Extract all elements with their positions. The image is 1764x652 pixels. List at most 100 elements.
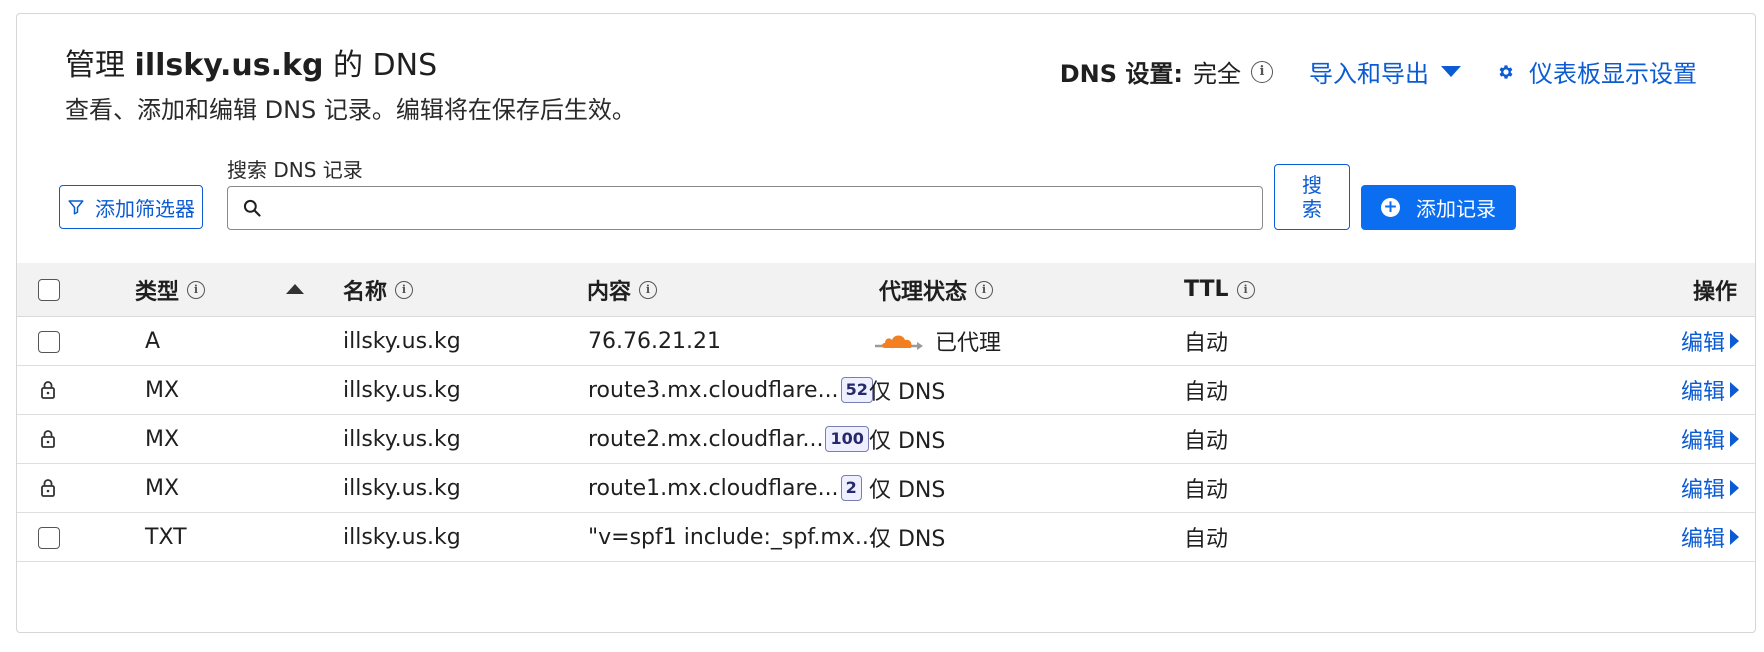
caret-down-icon <box>1441 66 1461 77</box>
proxy-status: 仅 DNS <box>869 478 946 503</box>
column-header-content[interactable]: 内容 i <box>587 263 658 316</box>
record-ttl: 自动 <box>1184 429 1229 454</box>
record-name: illsky.us.kg <box>343 524 461 550</box>
column-header-proxy-label: 代理状态 <box>879 279 968 305</box>
edit-link-label: 编辑 <box>1680 331 1725 356</box>
info-icon[interactable]: i <box>1236 280 1255 299</box>
header-actions: DNS 设置: 完全 i 导入和导出 仪表板显示设置 <box>1060 54 1697 89</box>
column-header-content-label: 内容 <box>587 279 632 305</box>
record-ttl: 自动 <box>1184 527 1229 552</box>
info-icon[interactable]: i <box>1251 60 1273 83</box>
record-content-text: route1.mx.cloudflare... <box>588 475 839 501</box>
sort-ascending-icon[interactable] <box>286 284 304 294</box>
edit-link[interactable]: 编辑 <box>1681 325 1739 357</box>
proxy-status: 仅 DNS <box>869 527 946 552</box>
lock-icon <box>40 380 56 406</box>
add-record-button[interactable]: + 添加记录 <box>1361 185 1516 230</box>
gear-icon <box>1497 63 1515 81</box>
proxy-status: 仅 DNS <box>869 429 946 454</box>
caret-right-icon <box>1730 382 1739 398</box>
edit-link[interactable]: 编辑 <box>1681 521 1739 553</box>
column-header-actions-label: 操作 <box>1692 279 1737 305</box>
record-type: MX <box>145 377 180 403</box>
search-label: 搜索 DNS 记录 <box>227 158 363 182</box>
column-header-type[interactable]: 类型 i <box>135 263 206 316</box>
column-header-proxy-status[interactable]: 代理状态 i <box>879 263 994 316</box>
record-name: illsky.us.kg <box>343 377 461 403</box>
record-type: TXT <box>145 524 187 550</box>
record-ttl: 自动 <box>1184 478 1229 503</box>
record-content: route1.mx.cloudflare... 2 <box>588 464 862 512</box>
row-checkbox[interactable] <box>38 527 60 549</box>
edit-record-link[interactable]: 编辑 <box>1681 366 1739 414</box>
dns-setting-value: 完全 <box>1193 60 1241 88</box>
add-filter-button[interactable]: 添加筛选器 <box>59 185 203 229</box>
table-row[interactable]: MX illsky.us.kg route1.mx.cloudflare... … <box>17 464 1755 513</box>
lock-icon <box>40 429 56 455</box>
proxy-status-label: 已代理 <box>935 331 1002 356</box>
proxied-cloud-icon <box>873 329 923 353</box>
table-row[interactable]: MX illsky.us.kg route3.mx.cloudflare... … <box>17 366 1755 415</box>
edit-link[interactable]: 编辑 <box>1681 374 1739 406</box>
priority-badge: 2 <box>840 475 862 501</box>
import-export-label: 导入和导出 <box>1309 60 1429 88</box>
record-name: illsky.us.kg <box>343 426 461 452</box>
record-content-text: route3.mx.cloudflare... <box>588 377 839 403</box>
add-record-label: 添加记录 <box>1416 197 1496 221</box>
proxy-status: 仅 DNS <box>869 380 946 405</box>
caret-right-icon <box>1730 431 1739 447</box>
edit-link[interactable]: 编辑 <box>1681 423 1739 455</box>
page-title-prefix: 管理 <box>65 48 125 83</box>
lock-icon <box>40 478 56 504</box>
info-icon[interactable]: i <box>395 280 414 299</box>
record-content: route2.mx.cloudflar... 100 <box>588 415 869 463</box>
priority-badge: 52 <box>840 377 873 403</box>
search-button-label: 搜索 <box>1302 173 1322 221</box>
search-button[interactable]: 搜索 <box>1274 164 1350 230</box>
filter-icon <box>68 200 84 215</box>
record-name: illsky.us.kg <box>343 475 461 501</box>
column-header-type-label: 类型 <box>135 279 180 305</box>
edit-link[interactable]: 编辑 <box>1681 472 1739 504</box>
record-type: MX <box>145 426 180 452</box>
table-row[interactable]: TXT illsky.us.kg "v=spf1 include:_spf.mx… <box>17 513 1755 562</box>
row-checkbox[interactable] <box>38 331 60 353</box>
edit-record-link[interactable]: 编辑 <box>1681 317 1739 365</box>
edit-link-label: 编辑 <box>1680 380 1725 405</box>
column-header-name[interactable]: 名称 i <box>343 263 414 316</box>
add-filter-label: 添加筛选器 <box>95 196 195 221</box>
table-row[interactable]: MX illsky.us.kg route2.mx.cloudflar... 1… <box>17 415 1755 464</box>
priority-badge: 100 <box>825 426 869 452</box>
record-content: route3.mx.cloudflare... 52 <box>588 366 873 414</box>
dashboard-display-settings-link[interactable]: 仪表板显示设置 <box>1497 54 1697 89</box>
table-header: 类型 i 名称 i 内容 i 代理状态 i TTL i 操作 <box>17 263 1755 317</box>
record-ttl: 自动 <box>1184 380 1229 405</box>
proxy-status: 已代理 <box>873 317 1001 365</box>
page-title-domain: illsky.us.kg <box>134 48 324 83</box>
edit-link-label: 编辑 <box>1680 527 1725 552</box>
edit-record-link[interactable]: 编辑 <box>1681 513 1739 561</box>
select-all-checkbox[interactable] <box>38 279 60 301</box>
record-ttl: 自动 <box>1184 331 1229 356</box>
search-icon <box>242 198 262 218</box>
table-row[interactable]: A illsky.us.kg 76.76.21.21 已代理 自动 编辑 <box>17 317 1755 366</box>
record-content: 76.76.21.21 <box>588 328 721 354</box>
record-content: "v=spf1 include:_spf.mx... <box>588 524 876 550</box>
edit-link-label: 编辑 <box>1680 478 1725 503</box>
edit-record-link[interactable]: 编辑 <box>1681 464 1739 512</box>
edit-link-label: 编辑 <box>1680 429 1725 454</box>
info-icon[interactable]: i <box>975 280 994 299</box>
column-header-name-label: 名称 <box>343 279 388 305</box>
caret-right-icon <box>1730 529 1739 545</box>
import-export-dropdown[interactable]: 导入和导出 <box>1309 54 1461 89</box>
record-content-text: route2.mx.cloudflar... <box>588 426 824 452</box>
search-input[interactable] <box>270 189 1262 227</box>
record-name: illsky.us.kg <box>343 328 461 354</box>
caret-right-icon <box>1730 333 1739 349</box>
edit-record-link[interactable]: 编辑 <box>1681 415 1739 463</box>
info-icon[interactable]: i <box>639 280 658 299</box>
dns-management-panel: 管理 illsky.us.kg 的 DNS 查看、添加和编辑 DNS 记录。编辑… <box>16 13 1756 633</box>
info-icon[interactable]: i <box>187 280 206 299</box>
column-header-ttl[interactable]: TTL i <box>1184 263 1255 316</box>
column-header-actions: 操作 <box>1693 263 1737 316</box>
